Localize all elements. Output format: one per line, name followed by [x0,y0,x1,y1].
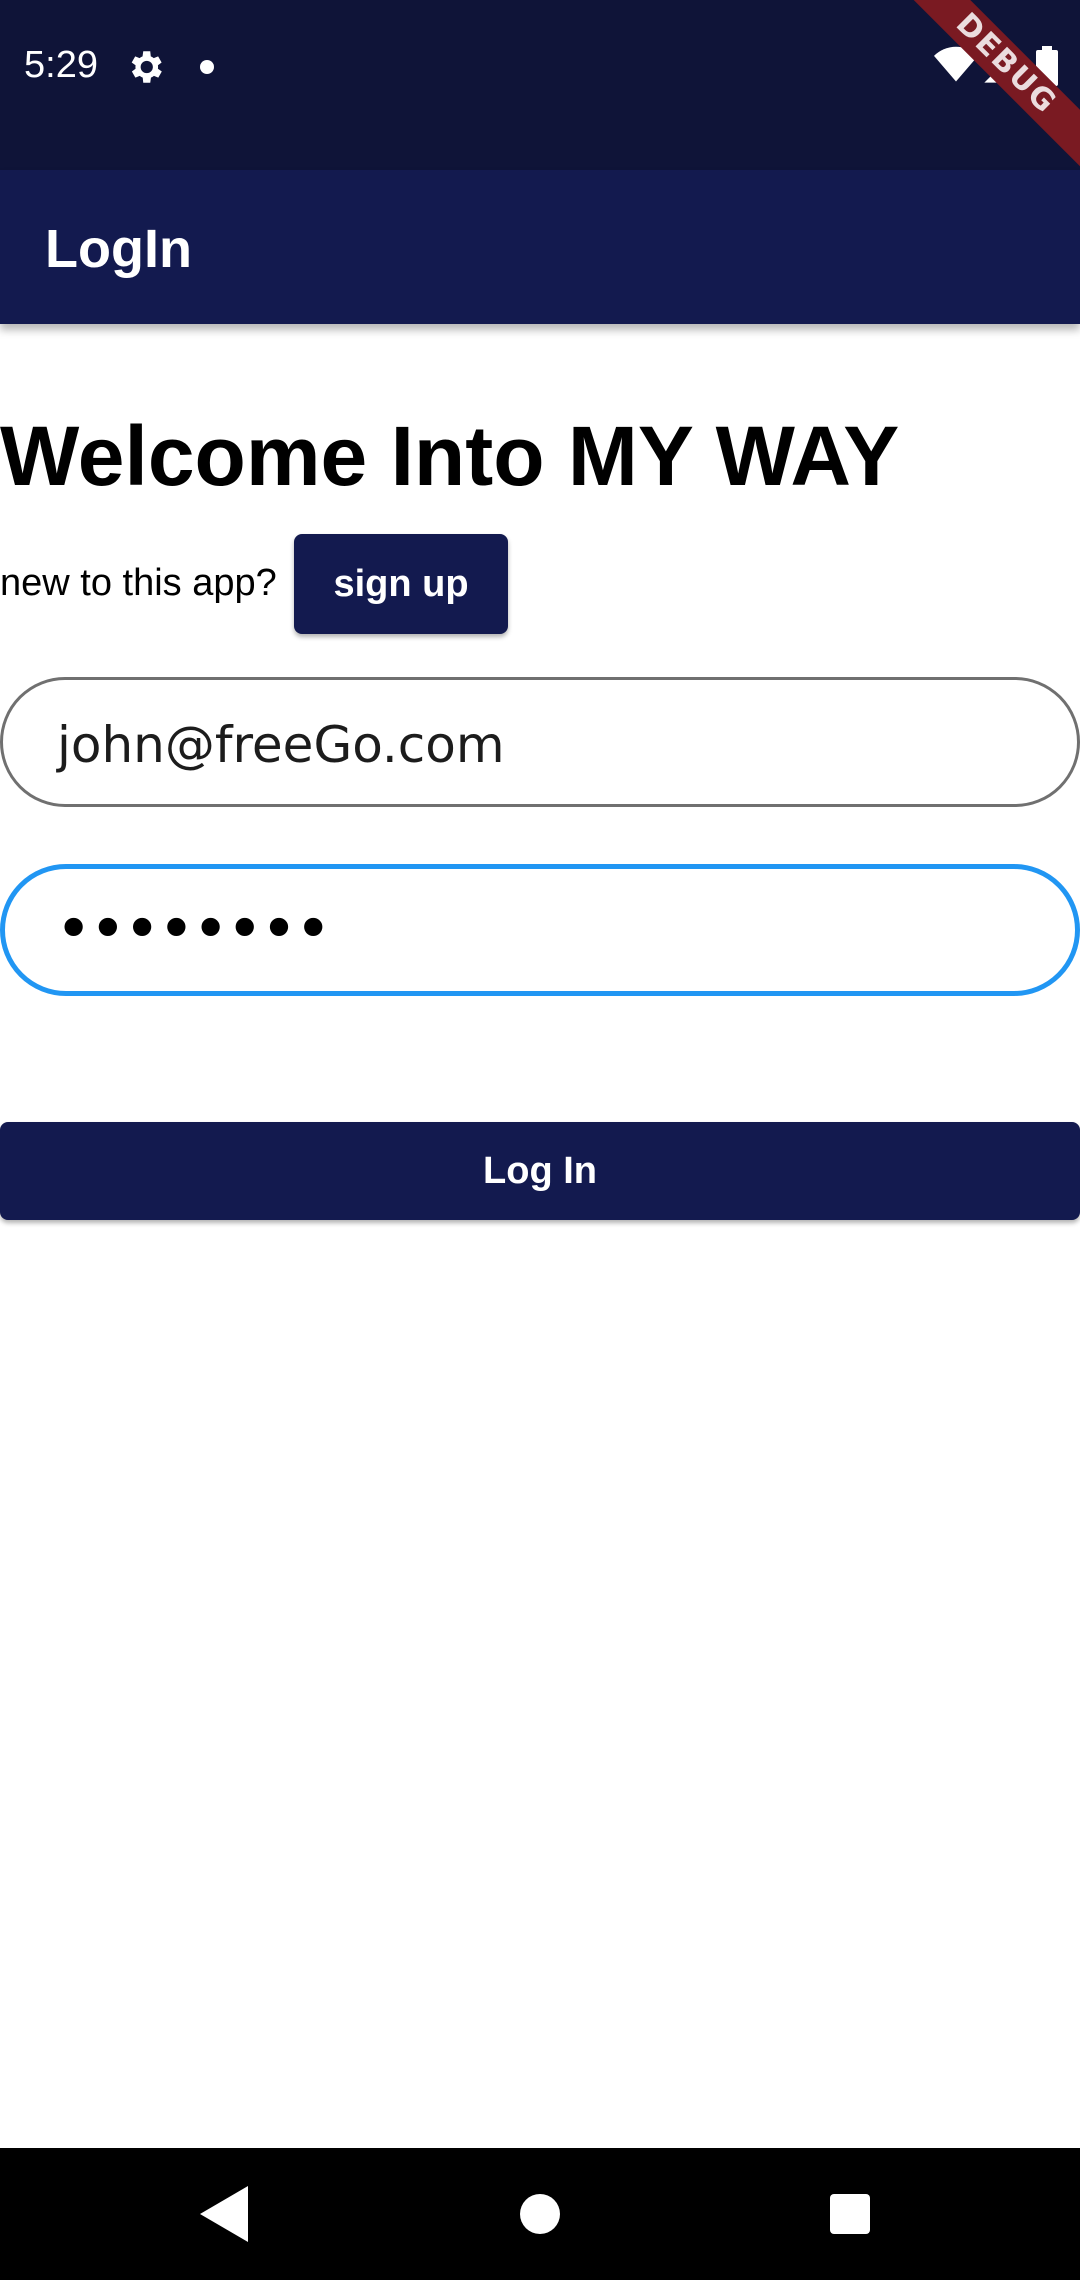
sign-up-button[interactable]: sign up [294,534,508,634]
back-icon[interactable] [200,2186,248,2242]
debug-banner: DEBUG [885,0,1080,185]
new-user-prompt: new to this app? [0,562,277,604]
login-screen: 5:29 DEBUG LogIn Welcome Into MY WAY new… [0,0,1080,2280]
status-time: 5:29 [24,44,98,86]
password-value: •••••••• [57,899,331,959]
email-field[interactable]: john@freeGo.com [0,677,1080,807]
recents-icon[interactable] [830,2194,870,2234]
password-field[interactable]: •••••••• [0,864,1080,996]
app-bar: LogIn [0,170,1080,324]
notification-dot-icon [200,60,214,74]
log-in-button[interactable]: Log In [0,1122,1080,1220]
welcome-heading: Welcome Into MY WAY [0,409,900,503]
gear-icon [131,51,162,83]
email-value: john@freeGo.com [57,716,505,774]
status-bar: 5:29 DEBUG [0,0,1080,185]
home-icon[interactable] [520,2194,560,2234]
navigation-bar [0,2148,1080,2280]
page-title: LogIn [45,219,192,279]
